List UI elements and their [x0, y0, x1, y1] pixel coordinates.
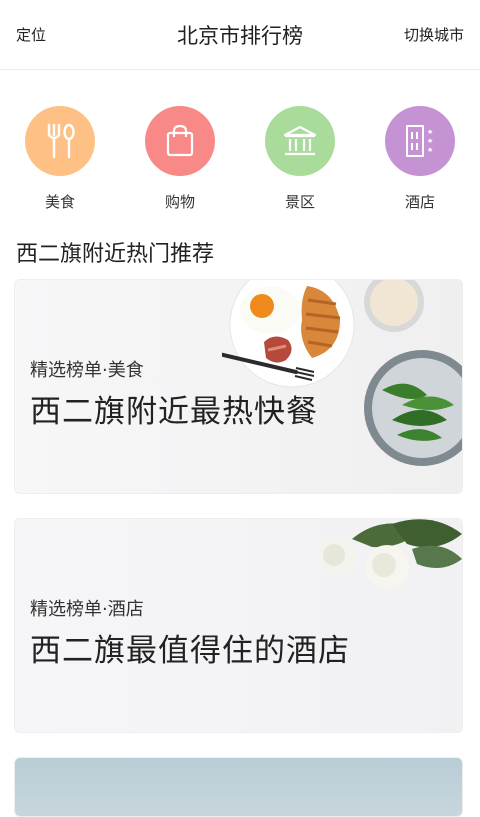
- card-kicker: 精选榜单·美食: [30, 360, 144, 381]
- category-label: 景区: [284, 193, 315, 211]
- location-button[interactable]: 定位: [16, 24, 46, 45]
- svg-text:★: ★: [427, 128, 433, 136]
- museum-icon: [265, 106, 335, 176]
- card-headline: 西二旗最值得住的酒店: [30, 633, 350, 669]
- recommend-card-hotel[interactable]: 精选榜单·酒店 西二旗最值得住的酒店: [14, 518, 463, 733]
- category-scenic[interactable]: 景区: [255, 106, 345, 212]
- category-hotel[interactable]: ★ ★ ★ 酒店: [375, 106, 465, 212]
- category-label: 酒店: [404, 193, 435, 211]
- category-label: 美食: [44, 193, 75, 211]
- shopping-bag-icon: [145, 106, 215, 176]
- category-shopping[interactable]: 购物: [135, 106, 225, 212]
- switch-city-button[interactable]: 切换城市: [404, 24, 464, 45]
- hotel-icon: ★ ★ ★: [385, 106, 455, 176]
- svg-text:★: ★: [427, 137, 433, 145]
- category-row: 美食 购物 景区 ★ ★ ★ 酒店: [0, 106, 480, 216]
- category-food[interactable]: 美食: [15, 106, 105, 212]
- category-label: 购物: [164, 193, 195, 211]
- top-bar: 定位 北京市排行榜 切换城市: [0, 0, 480, 70]
- recommend-card-food[interactable]: 精选榜单·美食 西二旗附近最热快餐: [14, 279, 463, 494]
- card-kicker: 精选榜单·酒店: [30, 599, 144, 620]
- section-title: 西二旗附近热门推荐: [16, 242, 215, 267]
- flowers-photo: [317, 519, 462, 589]
- recommend-card-partial[interactable]: [14, 757, 463, 817]
- fork-spoon-icon: [25, 106, 95, 176]
- svg-text:★: ★: [427, 146, 433, 154]
- card-headline: 西二旗附近最热快餐: [30, 394, 318, 430]
